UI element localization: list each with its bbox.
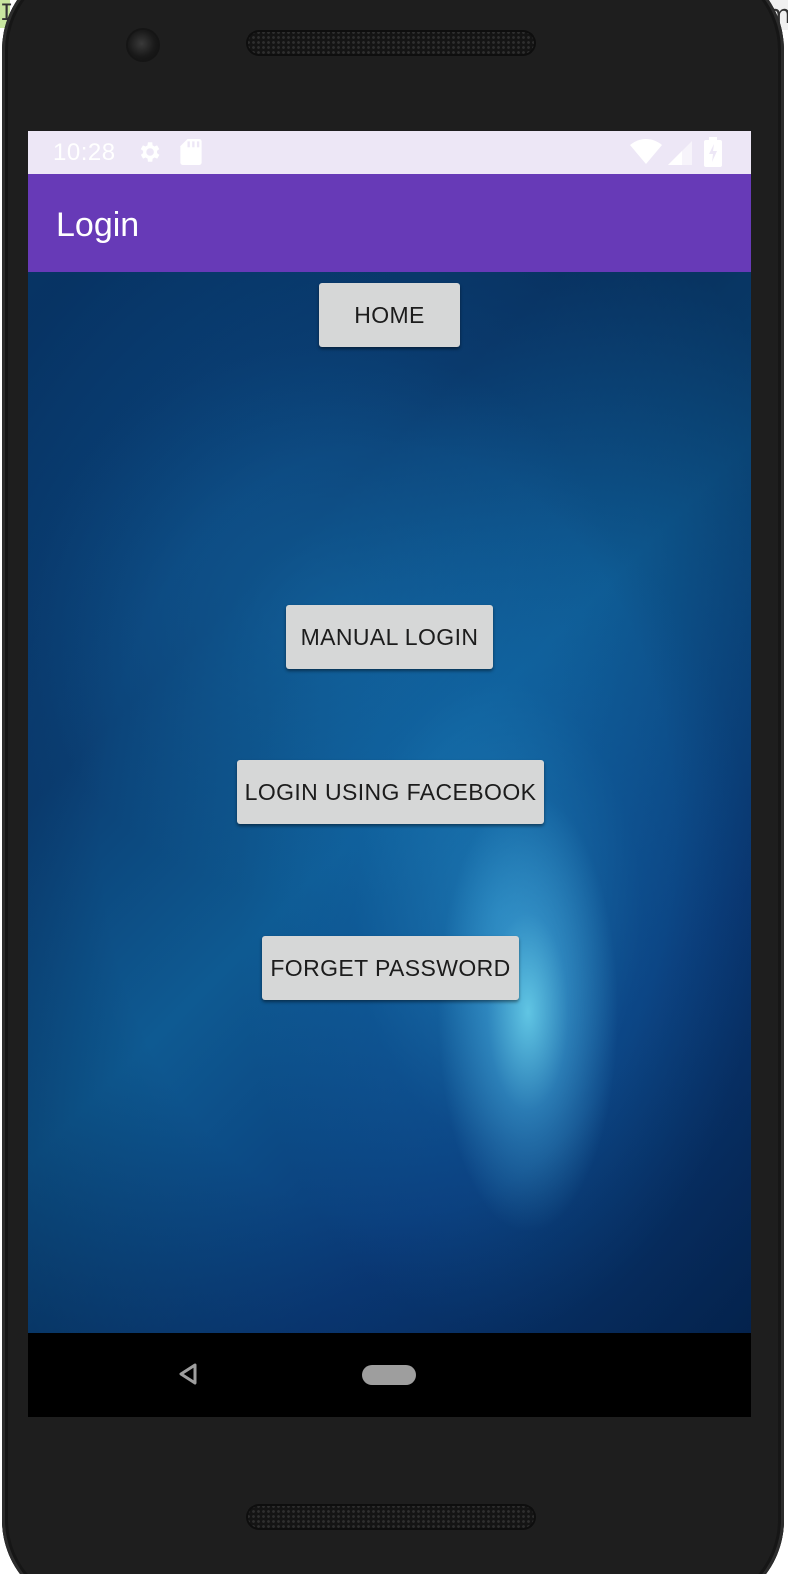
app-bar: Login <box>28 174 751 272</box>
cell-signal-icon <box>668 141 692 170</box>
page-title: Login <box>56 206 140 244</box>
sd-card-icon <box>180 139 202 170</box>
status-bar: 10:28 <box>28 131 751 174</box>
bottom-speaker <box>246 1504 536 1530</box>
device-screen: 10:28 Login HOME MANUAL LOGIN LOGIN USIN… <box>28 131 751 1417</box>
login-content: HOME MANUAL LOGIN LOGIN USING FACEBOOK F… <box>28 272 751 1333</box>
screenshot-stage: I m 10:28 <box>0 0 788 1574</box>
home-pill-icon[interactable] <box>362 1365 416 1385</box>
forget-password-button[interactable]: FORGET PASSWORD <box>262 936 519 1000</box>
front-camera <box>128 30 158 60</box>
back-icon[interactable] <box>178 1363 198 1390</box>
earpiece-speaker <box>246 30 536 56</box>
battery-charging-icon <box>704 137 722 172</box>
status-time: 10:28 <box>53 139 116 166</box>
manual-login-button[interactable]: MANUAL LOGIN <box>286 605 493 669</box>
system-nav-bar <box>28 1333 751 1417</box>
wifi-icon <box>630 139 662 170</box>
settings-gear-icon <box>136 139 162 170</box>
home-button[interactable]: HOME <box>319 283 460 347</box>
facebook-login-button[interactable]: LOGIN USING FACEBOOK <box>237 760 544 824</box>
